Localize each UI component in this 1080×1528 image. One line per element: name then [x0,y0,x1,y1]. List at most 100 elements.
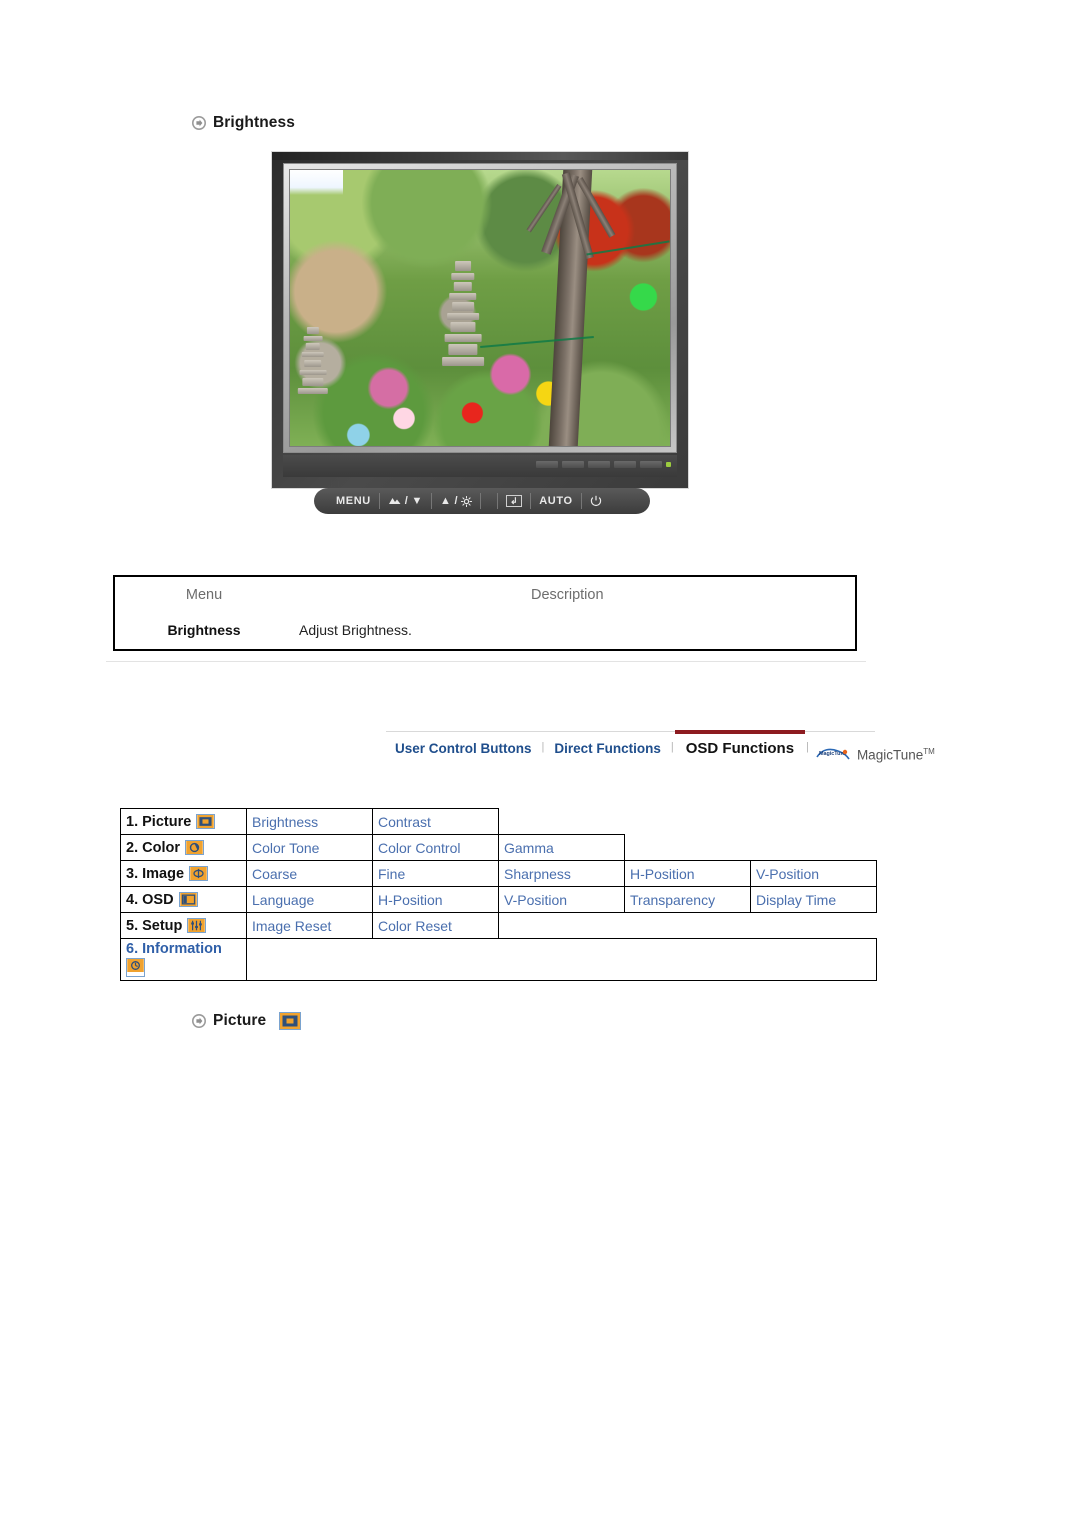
menu-cell: Brightness [167,622,241,638]
image-osd-icon [189,866,209,881]
table-row: 3. Image Coarse Fine Sharpness H-Positio… [120,860,877,887]
color-osd-icon [184,840,204,855]
osd-row-label-text: 3. Image [126,865,185,882]
enter-button[interactable]: ↲ [497,493,532,509]
osd-item-cell[interactable]: Color Tone [246,834,373,861]
osd-item-cell[interactable]: H-Position [624,860,751,887]
tab-user-control-buttons[interactable]: User Control Buttons [386,734,541,762]
picture-osd-icon [196,814,216,829]
osd-row-label-picture[interactable]: 1. Picture [120,808,247,835]
sky-patch [290,170,344,195]
osd-row-label-text: 6. Information [126,941,222,957]
table-row: 2. Color Color Tone Color Control Gamma [120,834,877,861]
osd-empty-cell [751,913,877,939]
circle-arrow-icon [192,1014,206,1028]
monitor-bezel-button-row [536,461,671,468]
auto-button[interactable]: AUTO [531,493,582,509]
table-row: Brightness Adjust Brightness. [115,613,855,649]
magictune-logo-icon: MagicTune [816,747,850,762]
table-row: 5. Setup Image Reset Color Reset [120,912,877,939]
power-led-icon [666,462,671,467]
osd-item-cell[interactable]: Sharpness [498,860,625,887]
information-osd-icon [126,958,145,977]
osd-functions-matrix: 1. Picture Brightness Contrast 2. Color … [120,808,877,981]
osd-empty-cell [499,913,625,939]
osd-item-cell[interactable]: Gamma [498,834,625,861]
description-column-header: Description [531,587,604,603]
osd-empty-cell [625,835,751,861]
tab-separator: | [806,740,809,753]
magictune-label: MagicTuneTM [856,746,935,763]
picture-section-heading: Picture [192,1012,302,1030]
stone-pagoda-small [297,327,328,394]
osd-item-cell[interactable]: Brightness [246,808,373,835]
magictune-link[interactable]: MagicTune MagicTuneTM [816,746,935,763]
osd-item-cell[interactable]: V-Position [750,860,877,887]
tab-osd-functions[interactable]: OSD Functions [674,730,806,762]
osd-row-label-text: 5. Setup [126,917,183,934]
monitor-screen [289,169,671,447]
osd-row-label-text: 2. Color [126,839,180,856]
lcd-monitor-illustration: III MENU / ▼ ▲ / ↲ AUTO [272,152,688,514]
osd-empty-cell [499,809,625,835]
osd-empty-cell [751,835,877,861]
osd-empty-cell [625,913,751,939]
svg-text:MagicTune: MagicTune [819,751,847,757]
osd-row-label-text: 4. OSD [126,891,174,908]
table-row: 4. OSD Language H-Position V-Position Tr… [120,886,877,913]
description-cell: Adjust Brightness. [299,622,412,638]
monitor-control-bar: MENU / ▼ ▲ / ↲ AUTO [314,488,650,514]
osd-row-label-setup[interactable]: 5. Setup [120,912,247,939]
brightness-up-button[interactable]: ▲ / [432,493,482,509]
sun-icon [461,495,473,507]
bezel-button[interactable] [588,461,610,468]
osd-empty-cell [246,938,877,981]
osd-osd-icon [178,892,198,907]
monitor-outer-case [272,152,688,488]
osd-item-cell[interactable]: Color Reset [372,912,499,939]
table-header-row: Menu Description [115,577,855,613]
table-row: 1. Picture Brightness Contrast [120,808,877,835]
setup-osd-icon [187,918,207,933]
osd-row-label-image[interactable]: 3. Image [120,860,247,887]
monitor-inner-bezel [283,163,677,453]
lantern-wire [586,240,670,256]
section-divider [106,661,866,662]
bezel-button[interactable] [614,461,636,468]
menu-description-table: Menu Description Brightness Adjust Brigh… [113,575,857,651]
osd-item-cell[interactable]: Contrast [372,808,499,835]
osd-empty-cell [625,809,751,835]
bezel-button[interactable] [640,461,662,468]
osd-item-cell[interactable]: Language [246,886,373,913]
power-button[interactable] [582,493,610,509]
stone-pagoda [441,261,484,371]
osd-tab-bar: User Control Buttons | Direct Functions … [386,730,935,762]
brightness-heading-label: Brightness [213,114,295,131]
osd-item-cell[interactable]: Fine [372,860,499,887]
osd-row-label-color[interactable]: 2. Color [120,834,247,861]
osd-item-cell[interactable]: Color Control [372,834,499,861]
osd-item-cell[interactable]: H-Position [372,886,499,913]
osd-item-cell[interactable]: Transparency [624,886,751,913]
circle-arrow-icon [192,116,206,130]
power-icon [590,495,601,507]
tab-direct-functions[interactable]: Direct Functions [545,734,670,762]
menu-button[interactable]: MENU [328,493,380,509]
osd-row-label-text: 1. Picture [126,813,192,830]
brightness-glyph-icon [388,498,401,504]
monitor-bottom-bezel [283,455,677,477]
bezel-button[interactable] [536,461,558,468]
osd-row-label-information[interactable]: 6. Information [120,938,247,981]
bezel-button[interactable] [562,461,584,468]
picture-osd-icon [279,1012,302,1030]
menu-column-header: Menu [185,587,223,603]
screen-photo [290,170,670,446]
osd-item-cell[interactable]: Image Reset [246,912,373,939]
osd-item-cell[interactable]: Coarse [246,860,373,887]
osd-item-cell[interactable]: Display Time [750,886,877,913]
osd-item-cell[interactable]: V-Position [498,886,625,913]
brightness-down-button[interactable]: / ▼ [380,493,432,509]
osd-row-label-osd[interactable]: 4. OSD [120,886,247,913]
osd-empty-cell [751,809,877,835]
picture-heading-label: Picture [213,1012,267,1029]
